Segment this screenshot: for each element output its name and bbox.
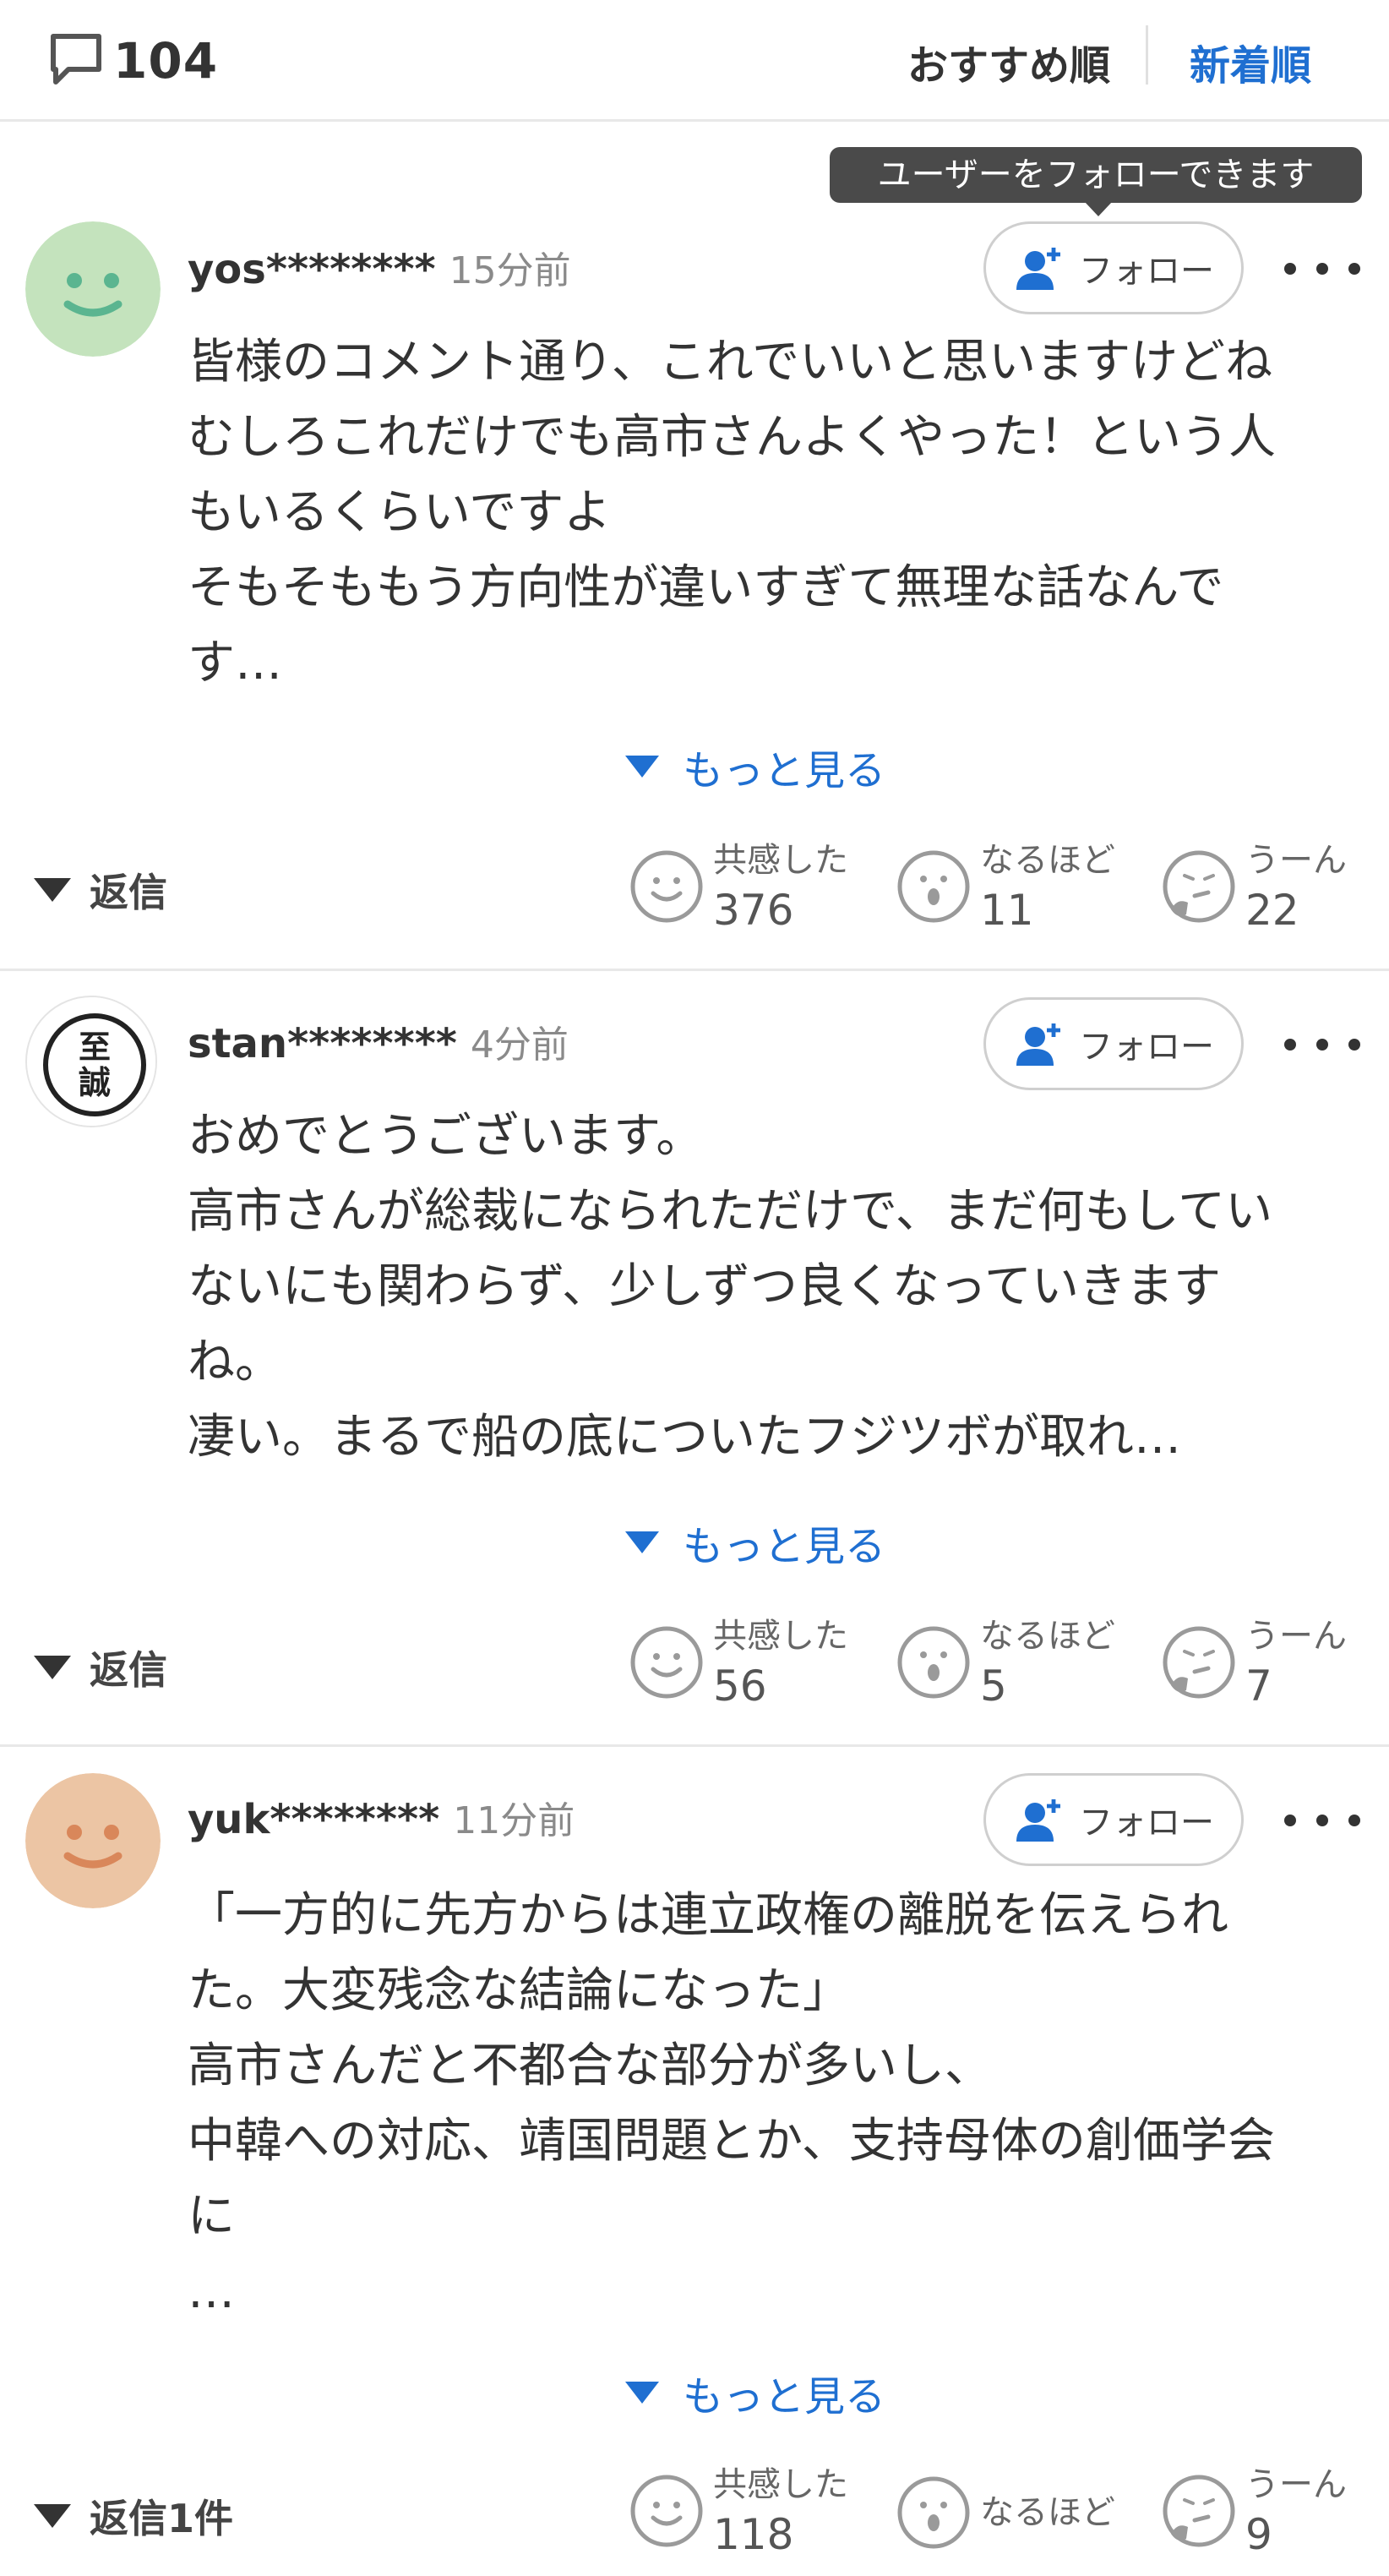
thinking-face-icon: [1163, 2475, 1235, 2547]
surprised-face-icon: [897, 1626, 970, 1699]
seal-text-top: 至誠: [79, 1028, 111, 1101]
follow-tooltip: ユーザーをフォローできます: [830, 147, 1362, 216]
reaction-convinced[interactable]: なるほど 5: [896, 1613, 1115, 1712]
comment-username[interactable]: stan******** 4分前: [188, 1014, 569, 1068]
avatar[interactable]: 至誠: [25, 996, 157, 1127]
see-more-label: もっと見る: [683, 1523, 886, 1570]
reply-toggle[interactable]: 返信1件: [34, 2488, 233, 2544]
reaction-count: 56: [713, 1662, 767, 1711]
speech-bubble-icon: [46, 29, 106, 93]
reaction-count: 22: [1245, 886, 1299, 935]
caret-down-icon: [625, 1531, 659, 1553]
follow-label: フォロー: [1079, 1028, 1214, 1067]
comment-count-value: 104: [113, 32, 219, 90]
reply-label: 返信: [90, 870, 167, 915]
comment-username[interactable]: yos******** 15分前: [188, 240, 571, 294]
reply-toggle[interactable]: 返信: [34, 862, 167, 918]
reaction-label: 共感した: [713, 841, 848, 880]
reaction-label: 共感した: [713, 2465, 848, 2504]
add-user-icon: [1016, 1023, 1060, 1066]
thinking-face-icon: [1163, 850, 1235, 923]
avatar[interactable]: [25, 1773, 161, 1908]
caret-down-icon: [625, 756, 659, 778]
smile-face-icon: [630, 1626, 703, 1699]
reaction-empathy[interactable]: 共感した 376: [629, 837, 848, 936]
reaction-label: なるほど: [980, 841, 1115, 880]
see-more-label: もっと見る: [683, 2373, 886, 2420]
reply-label: 返信1件: [90, 2496, 234, 2541]
reply-toggle[interactable]: 返信: [34, 1640, 167, 1695]
caret-down-icon: [625, 2382, 659, 2404]
reaction-label: うーん: [1245, 1617, 1347, 1656]
more-options-icon[interactable]: [1284, 1804, 1360, 1837]
sort-newest-tab[interactable]: 新着順: [1190, 32, 1311, 91]
reaction-hmm[interactable]: うーん 9: [1161, 2461, 1347, 2561]
comment-time: 4分前: [470, 1023, 569, 1067]
reaction-convinced[interactable]: なるほど: [896, 2475, 1115, 2551]
username-text: stan********: [188, 1020, 457, 1067]
comment-count: 104: [46, 29, 218, 93]
username-text: yos********: [188, 246, 436, 293]
smile-face-icon: [630, 850, 703, 923]
more-options-icon[interactable]: [1284, 1028, 1360, 1062]
smiley-orange-icon: [25, 1773, 161, 1908]
comment-username[interactable]: yuk******** 11分前: [188, 1790, 575, 1844]
add-user-icon: [1016, 1799, 1060, 1842]
follow-label: フォロー: [1079, 252, 1214, 291]
reaction-count: 7: [1245, 1662, 1272, 1711]
smiley-green-icon: [25, 221, 161, 357]
reaction-count: 376: [713, 886, 794, 935]
reaction-label: なるほど: [980, 1617, 1115, 1656]
caret-down-icon: [34, 1656, 71, 1679]
stamp-seal-icon: 至誠: [27, 997, 155, 1126]
reaction-hmm[interactable]: うーん 7: [1161, 1613, 1347, 1712]
comment-separator: [0, 969, 1389, 971]
reaction-empathy[interactable]: 共感した 56: [629, 1613, 848, 1712]
comment-time: 11分前: [453, 1799, 575, 1842]
reaction-label: 共感した: [713, 1617, 848, 1656]
reaction-empathy[interactable]: 共感した 118: [629, 2461, 848, 2561]
reaction-count: 118: [713, 2510, 794, 2559]
reaction-label: なるほど: [980, 2493, 1115, 2532]
follow-button[interactable]: フォロー: [983, 997, 1244, 1090]
smile-face-icon: [630, 2475, 703, 2547]
reaction-label: うーん: [1245, 841, 1347, 880]
reaction-count: 9: [1245, 2510, 1272, 2559]
reaction-convinced[interactable]: なるほど 11: [896, 837, 1115, 936]
username-text: yuk********: [188, 1796, 440, 1843]
avatar[interactable]: [25, 221, 161, 357]
comment-body: おめでとうございます。 高市さんが総裁になられただけで、まだ何もしてい ないにも…: [188, 1109, 1273, 1465]
caret-down-icon: [34, 2504, 71, 2528]
reaction-count: 5: [980, 1662, 1007, 1711]
reply-label: 返信: [90, 1647, 167, 1693]
see-more-link[interactable]: もっと見る: [625, 1513, 885, 1572]
follow-label: フォロー: [1079, 1804, 1214, 1842]
see-more-link[interactable]: もっと見る: [625, 737, 885, 796]
comment-separator: [0, 1744, 1389, 1747]
follow-button[interactable]: フォロー: [983, 221, 1244, 314]
comment-time: 15分前: [449, 249, 571, 292]
add-user-icon: [1016, 248, 1060, 290]
reaction-count: 11: [980, 886, 1034, 935]
more-options-icon[interactable]: [1284, 252, 1360, 286]
comment-body: 皆様のコメント通り、これでいいと思いますけどね むしろこれだけでも高市さんよくや…: [188, 335, 1276, 690]
surprised-face-icon: [897, 850, 970, 923]
reaction-label: うーん: [1245, 2465, 1347, 2504]
sort-divider: [1146, 25, 1148, 85]
comments-header: 104 おすすめ順 新着順: [0, 0, 1389, 122]
sort-recommended-tab[interactable]: おすすめ順: [907, 32, 1110, 91]
thinking-face-icon: [1163, 1626, 1235, 1699]
see-more-label: もっと見る: [683, 747, 886, 794]
reaction-hmm[interactable]: うーん 22: [1161, 837, 1347, 936]
caret-down-icon: [34, 878, 71, 902]
comment-body: 「一方的に先方からは連立政権の離脱を伝えられ た。大変残念な結論になった」 高市…: [188, 1888, 1275, 2319]
follow-button[interactable]: フォロー: [983, 1773, 1244, 1866]
surprised-face-icon: [897, 2476, 970, 2549]
see-more-link[interactable]: もっと見る: [625, 2363, 885, 2422]
